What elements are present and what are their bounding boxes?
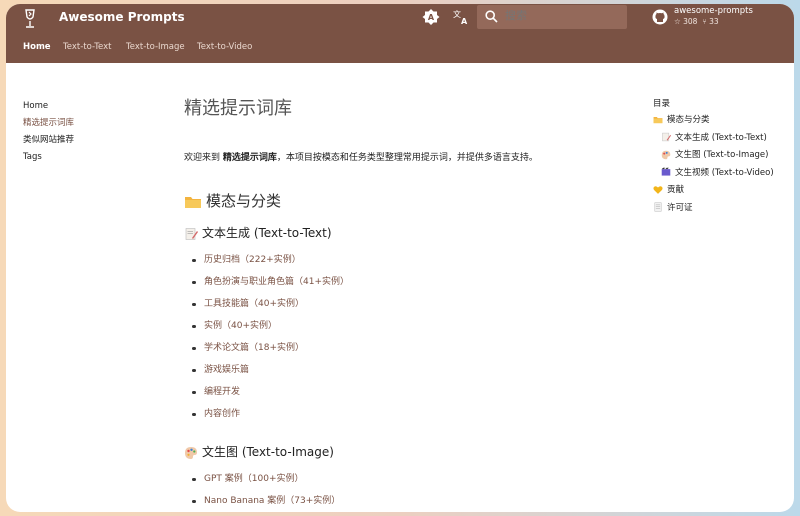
- toc-item-text-to-text[interactable]: 文本生成 (Text-to-Text): [653, 130, 774, 148]
- repo-stars: 308: [683, 17, 698, 26]
- svg-text:A: A: [461, 17, 468, 26]
- github-icon: [652, 9, 668, 25]
- list-item[interactable]: 学术论文篇（18+实例）: [192, 337, 349, 359]
- svg-text:文: 文: [453, 9, 461, 19]
- nav-item-prompts[interactable]: 精选提示词库: [23, 115, 74, 132]
- list-item[interactable]: 游戏娱乐篇: [192, 359, 349, 381]
- list-item[interactable]: 角色扮演与职业角色篇（41+实例）: [192, 271, 349, 293]
- folder-icon: [185, 197, 201, 208]
- left-nav: Home 精选提示词库 类似网站推荐 Tags: [23, 98, 74, 166]
- section-heading-text: 模态与分类: [206, 192, 282, 210]
- toc-item-label: 贡献: [667, 185, 685, 195]
- browser-window: Awesome Prompts A 文 A awesome-prompts ☆ …: [6, 4, 794, 512]
- translate-icon[interactable]: 文 A: [452, 8, 470, 26]
- subsection-text-to-image: 文生图 (Text-to-Image): [184, 443, 334, 460]
- logo-icon[interactable]: [20, 8, 40, 30]
- toc-item-label: 文生视频 (Text-to-Video): [675, 167, 774, 178]
- search-box[interactable]: [477, 5, 627, 29]
- toc-item-label: 文本生成 (Text-to-Text): [675, 132, 767, 143]
- toc-item-label: 文生图 (Text-to-Image): [675, 150, 769, 160]
- list-item[interactable]: 历史归档（222+实例）: [192, 249, 349, 271]
- nav-item-home[interactable]: Home: [23, 98, 74, 115]
- tab-text-to-image[interactable]: Text-to-Image: [126, 42, 185, 52]
- toc-item-label: 模态与分类: [667, 115, 710, 125]
- repo-stats: ☆ 308 ⑂ 33: [674, 17, 719, 26]
- page-title: 精选提示词库: [184, 98, 292, 119]
- intro-bold: 精选提示词库: [222, 153, 277, 163]
- list-item[interactable]: 工具技能篇（40+实例）: [192, 293, 349, 315]
- toc-item-license[interactable]: 许可证: [653, 200, 774, 218]
- folder-icon: [653, 117, 663, 124]
- tab-text-to-text[interactable]: Text-to-Text: [63, 42, 111, 52]
- palette-icon: [661, 150, 671, 159]
- tab-home[interactable]: Home: [23, 42, 51, 52]
- nav-item-tags[interactable]: Tags: [23, 149, 74, 166]
- text-to-text-list: 历史归档（222+实例） 角色扮演与职业角色篇（41+实例） 工具技能篇（40+…: [192, 249, 349, 425]
- toc-item-text-to-video[interactable]: 文生视频 (Text-to-Video): [653, 165, 774, 183]
- search-icon: [485, 10, 498, 23]
- subsection-text-to-text: 文本生成 (Text-to-Text): [184, 224, 332, 241]
- list-item[interactable]: Nano Banana 案例（73+实例）: [192, 490, 340, 512]
- subsection-text-to-text-label: 文本生成 (Text-to-Text): [202, 226, 332, 240]
- list-item[interactable]: GPT 案例（100+实例）: [192, 468, 340, 490]
- intro-text: 欢迎来到 精选提示词库，本项目按模态和任务类型整理常用提示词，并提供多语言支持。: [184, 150, 538, 163]
- search-input[interactable]: [505, 10, 615, 23]
- toc-item-modality[interactable]: 模态与分类: [653, 112, 774, 130]
- text-to-image-list: GPT 案例（100+实例） Nano Banana 案例（73+实例）: [192, 468, 340, 512]
- palette-icon: [185, 446, 197, 459]
- intro-prefix: 欢迎来到: [184, 153, 223, 163]
- table-of-contents: 目录 模态与分类 文本生成 (Text-to-Text) 文生图 (Text-t…: [653, 97, 774, 217]
- toc-item-label: 许可证: [667, 202, 693, 213]
- section-heading: 模态与分类: [184, 190, 281, 211]
- font-settings-icon[interactable]: A: [422, 8, 440, 26]
- heart-icon: [653, 185, 663, 194]
- svg-text:A: A: [428, 13, 435, 22]
- subsection-text-to-image-label: 文生图 (Text-to-Image): [202, 445, 334, 459]
- list-item[interactable]: 内容创作: [192, 403, 349, 425]
- memo-icon: [662, 132, 671, 142]
- page-icon: [654, 202, 662, 212]
- list-item[interactable]: 实例（40+实例）: [192, 315, 349, 337]
- repo-name: awesome-prompts: [674, 6, 753, 16]
- list-item[interactable]: 编程开发: [192, 381, 349, 403]
- intro-suffix: ，本项目按模态和任务类型整理常用提示词，并提供多语言支持。: [276, 153, 538, 163]
- film-icon: [661, 167, 671, 176]
- site-header: Awesome Prompts A 文 A awesome-prompts ☆ …: [6, 4, 794, 63]
- toc-item-contribute[interactable]: 贡献: [653, 182, 774, 200]
- memo-icon: [185, 227, 198, 240]
- nav-item-similar-sites[interactable]: 类似网站推荐: [23, 132, 74, 149]
- tab-text-to-video[interactable]: Text-to-Video: [197, 42, 252, 52]
- toc-item-text-to-image[interactable]: 文生图 (Text-to-Image): [653, 147, 774, 165]
- site-title[interactable]: Awesome Prompts: [59, 10, 185, 24]
- toc-title: 目录: [653, 99, 671, 109]
- repo-forks: 33: [709, 17, 719, 26]
